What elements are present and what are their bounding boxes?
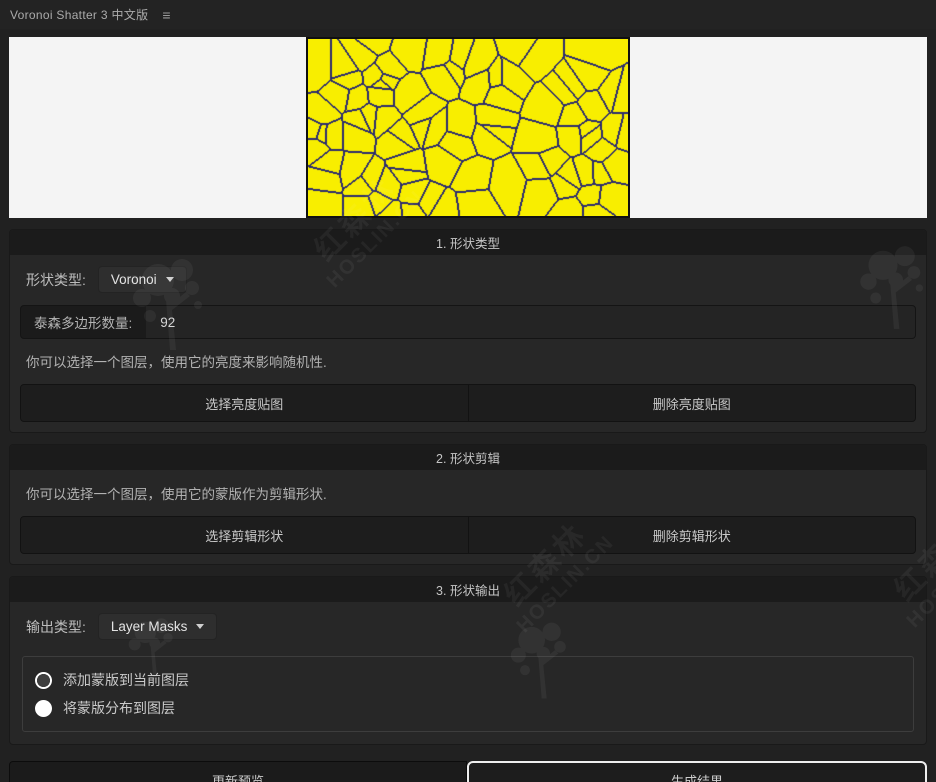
preview-area (9, 37, 927, 218)
delete-clip-shape-button[interactable]: 删除剪辑形状 (468, 517, 915, 553)
update-preview-button[interactable]: 更新预览 (9, 761, 467, 782)
radio-distribute-masks-to-layers[interactable]: 将蒙版分布到图层 (35, 694, 901, 722)
luminance-button-group: 选择亮度贴图 删除亮度贴图 (20, 384, 916, 422)
cell-count-label: 泰森多边形数量: (34, 316, 133, 331)
section-header: 2. 形状剪辑 (10, 445, 926, 470)
chevron-down-icon (196, 624, 205, 629)
delete-luminance-map-button[interactable]: 删除亮度贴图 (468, 385, 915, 421)
mask-output-radio-group: 添加蒙版到当前图层 将蒙版分布到图层 (22, 656, 914, 732)
clip-hint-text: 你可以选择一个图层，使用它的蒙版作为剪辑形状. (26, 487, 327, 502)
output-type-value: Layer Masks (110, 619, 188, 634)
cell-count-row: 泰森多边形数量: (20, 305, 916, 339)
shape-type-dropdown[interactable]: Voronoi (97, 266, 187, 293)
section-shape-type: 1. 形状类型 形状类型: Voronoi 泰森多边形数量: 你可以选择一个图层… (9, 229, 927, 433)
voronoi-preview-canvas (306, 37, 630, 218)
cell-count-input[interactable] (146, 306, 915, 338)
clip-button-group: 选择剪辑形状 删除剪辑形状 (20, 516, 916, 554)
section-shape-output: 3. 形状输出 输出类型: Layer Masks 添加蒙版到当前图层 将蒙版分… (9, 576, 927, 745)
section-shape-clip: 2. 形状剪辑 你可以选择一个图层，使用它的蒙版作为剪辑形状. 选择剪辑形状 删… (9, 444, 927, 565)
title-bar: Voronoi Shatter 3 中文版 ≡ (0, 0, 936, 29)
radio-add-mask-to-current-layer[interactable]: 添加蒙版到当前图层 (35, 666, 901, 694)
select-luminance-map-button[interactable]: 选择亮度贴图 (21, 385, 469, 421)
section-header: 3. 形状输出 (10, 577, 926, 602)
radio-label: 添加蒙版到当前图层 (63, 672, 189, 688)
menu-icon[interactable]: ≡ (162, 7, 170, 23)
chevron-down-icon (165, 277, 174, 282)
radio-label: 将蒙版分布到图层 (63, 700, 175, 716)
section-header: 1. 形状类型 (10, 230, 926, 255)
app-title: Voronoi Shatter 3 中文版 (10, 8, 149, 22)
shape-type-label: 形状类型: (26, 271, 86, 288)
luminance-hint-text: 你可以选择一个图层，使用它的亮度来影响随机性. (26, 355, 327, 370)
generate-result-button[interactable]: 生成结果 (467, 761, 927, 782)
radio-button-icon[interactable] (35, 671, 52, 689)
output-type-dropdown[interactable]: Layer Masks (97, 613, 218, 640)
footer-button-bar: 更新预览 生成结果 (9, 761, 927, 782)
shape-type-value: Voronoi (110, 272, 157, 287)
radio-button-icon[interactable] (35, 699, 52, 717)
select-clip-shape-button[interactable]: 选择剪辑形状 (21, 517, 469, 553)
output-type-label: 输出类型: (26, 618, 86, 635)
